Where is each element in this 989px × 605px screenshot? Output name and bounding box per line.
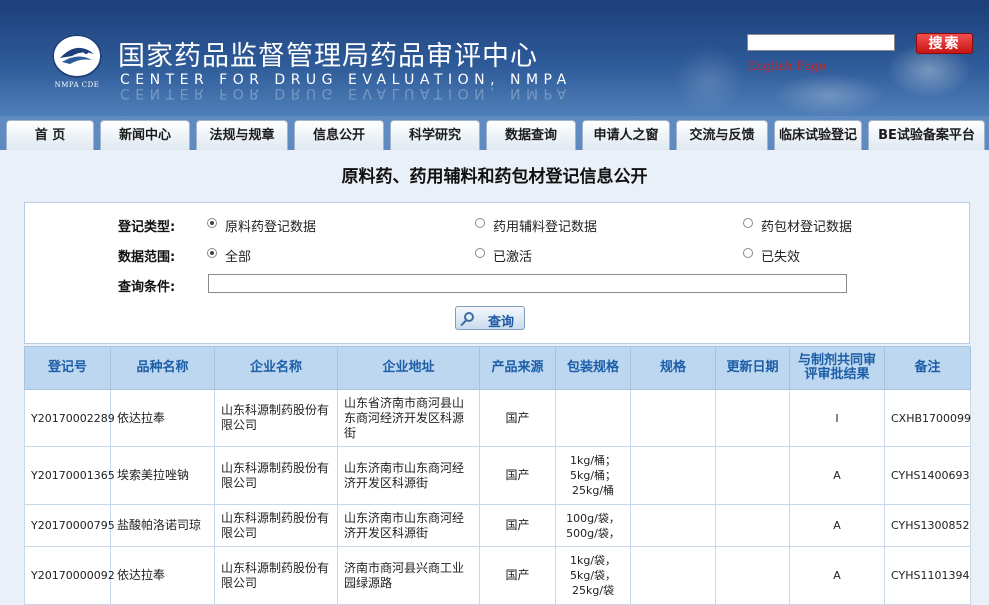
range-label: 数据范围: bbox=[118, 250, 176, 265]
nav-clinical-trial-registry[interactable]: 临床试验登记 bbox=[774, 120, 862, 150]
cell-company: 山东科源制药股份有限公司 bbox=[214, 389, 338, 447]
main-nav: 首 页 新闻中心 法规与规章 信息公开 科学研究 数据查询 申请人之窗 交流与反… bbox=[0, 116, 989, 150]
range-option-inactive[interactable]: 已失效 bbox=[761, 246, 800, 265]
type-label: 登记类型: bbox=[118, 220, 176, 235]
range-radio-inactive[interactable] bbox=[743, 248, 753, 258]
logo-emblem-icon bbox=[52, 34, 102, 78]
type-option-excipient[interactable]: 药用辅料登记数据 bbox=[493, 216, 597, 235]
site-search-button[interactable]: 搜索 bbox=[916, 33, 973, 54]
type-radio-excipient[interactable] bbox=[475, 218, 485, 228]
table-row[interactable]: Y20170000795 盐酸帕洛诺司琼 山东科源制药股份有限公司 山东济南市山… bbox=[24, 504, 971, 547]
cell-variety: 埃索美拉唑钠 bbox=[110, 446, 215, 505]
english-page-link[interactable]: English Page bbox=[747, 59, 826, 73]
cell-company: 山东科源制药股份有限公司 bbox=[214, 546, 338, 605]
page-title: 原料药、药用辅料和药包材登记信息公开 bbox=[341, 167, 648, 187]
site-header: NMPA CDE 国家药品监督管理局药品审评中心 CENTER FOR DRUG… bbox=[0, 0, 989, 116]
col-header-company: 企业名称 bbox=[214, 346, 338, 390]
query-input[interactable] bbox=[208, 274, 847, 293]
col-header-spec: 规格 bbox=[630, 346, 716, 390]
nav-info-disclosure[interactable]: 信息公开 bbox=[294, 120, 384, 150]
registration-table: 登记号 品种名称 企业名称 企业地址 产品来源 包装规格 规格 更新日期 与制剂… bbox=[24, 346, 971, 605]
type-option-packaging[interactable]: 药包材登记数据 bbox=[761, 216, 852, 235]
col-header-source: 产品来源 bbox=[479, 346, 556, 390]
cell-review-result: I bbox=[789, 389, 885, 447]
query-button[interactable]: 查询 bbox=[455, 306, 525, 330]
cell-company: 山东科源制药股份有限公司 bbox=[214, 446, 338, 505]
cell-reg-no[interactable]: Y20170000795 bbox=[24, 504, 115, 547]
col-header-packaging: 包装规格 bbox=[555, 346, 631, 390]
table-row[interactable]: Y20170001365 埃索美拉唑钠 山东科源制药股份有限公司 山东济南市山东… bbox=[24, 446, 971, 505]
col-header-variety: 品种名称 bbox=[110, 346, 215, 390]
range-radio-active[interactable] bbox=[475, 248, 485, 258]
cell-address: 济南市商河县兴商工业园绿源路 bbox=[337, 546, 480, 605]
cell-review-result: A bbox=[789, 446, 885, 505]
cell-review-result: A bbox=[789, 546, 885, 605]
cell-packaging bbox=[555, 389, 631, 447]
cell-reg-no[interactable]: Y20170000092 bbox=[24, 546, 115, 605]
nav-news[interactable]: 新闻中心 bbox=[100, 120, 190, 150]
cell-address: 山东济南市山东商河经济开发区科源街 bbox=[337, 504, 480, 547]
cell-packaging: 1kg/袋，5kg/袋，25kg/袋 bbox=[555, 546, 631, 605]
cell-source: 国产 bbox=[479, 389, 556, 447]
nav-research[interactable]: 科学研究 bbox=[390, 120, 480, 150]
cell-update-date bbox=[715, 504, 790, 547]
cell-remarks: CYHS1101394 bbox=[884, 546, 971, 605]
cell-update-date bbox=[715, 546, 790, 605]
cell-address: 山东济南市山东商河经济开发区科源街 bbox=[337, 446, 480, 505]
cell-update-date bbox=[715, 389, 790, 447]
cell-update-date bbox=[715, 446, 790, 505]
logo-caption: NMPA CDE bbox=[54, 81, 100, 89]
nav-be-platform[interactable]: BE试验备案平台 bbox=[868, 120, 985, 150]
cell-spec bbox=[630, 446, 716, 505]
query-label: 查询条件: bbox=[118, 280, 176, 295]
type-radio-api[interactable] bbox=[207, 218, 217, 228]
query-button-label: 查询 bbox=[488, 315, 515, 330]
col-header-address: 企业地址 bbox=[337, 346, 480, 390]
cell-packaging: 100g/袋，500g/袋， bbox=[555, 504, 631, 547]
table-row[interactable]: Y20170000092 依达拉奉 山东科源制药股份有限公司 济南市商河县兴商工… bbox=[24, 546, 971, 605]
site-title-cn: 国家药品监督管理局药品审评中心 bbox=[118, 41, 538, 72]
cell-remarks: CYHS1400693 bbox=[884, 446, 971, 505]
nav-feedback[interactable]: 交流与反馈 bbox=[676, 120, 768, 150]
cell-company: 山东科源制药股份有限公司 bbox=[214, 504, 338, 547]
cell-variety: 依达拉奉 bbox=[110, 389, 215, 447]
col-header-reg-no: 登记号 bbox=[24, 346, 111, 390]
cell-source: 国产 bbox=[479, 504, 556, 547]
cell-source: 国产 bbox=[479, 446, 556, 505]
cell-packaging: 1kg/桶；5kg/桶；25kg/桶 bbox=[555, 446, 631, 505]
cell-review-result: A bbox=[789, 504, 885, 547]
col-header-update-date: 更新日期 bbox=[715, 346, 790, 390]
header-decoration bbox=[629, 0, 989, 116]
col-header-remarks: 备注 bbox=[884, 346, 971, 390]
nav-data-query[interactable]: 数据查询 bbox=[486, 120, 576, 150]
site-title-en-reflection: CENTER FOR DRUG EVALUATION, NMPA bbox=[120, 85, 572, 101]
cell-spec bbox=[630, 389, 716, 447]
cell-source: 国产 bbox=[479, 546, 556, 605]
table-row[interactable]: Y20170002289 依达拉奉 山东科源制药股份有限公司 山东省济南市商河县… bbox=[24, 389, 971, 447]
cell-address: 山东省济南市商河县山东商河经济开发区科源街 bbox=[337, 389, 480, 447]
cell-remarks: CXHB1700099 bbox=[884, 389, 971, 447]
site-logo[interactable]: NMPA CDE bbox=[50, 34, 104, 94]
range-radio-all[interactable] bbox=[207, 248, 217, 258]
table-header-row: 登记号 品种名称 企业名称 企业地址 产品来源 包装规格 规格 更新日期 与制剂… bbox=[24, 346, 971, 390]
cell-spec bbox=[630, 546, 716, 605]
query-form: 登记类型: 原料药登记数据 药用辅料登记数据 药包材登记数据 数据范围: 全部 … bbox=[24, 202, 970, 344]
type-option-api[interactable]: 原料药登记数据 bbox=[225, 216, 316, 235]
cell-variety: 盐酸帕洛诺司琼 bbox=[110, 504, 215, 547]
site-search-input[interactable] bbox=[747, 34, 895, 51]
nav-applicant-window[interactable]: 申请人之窗 bbox=[582, 120, 670, 150]
nav-regulations[interactable]: 法规与规章 bbox=[196, 120, 288, 150]
cell-reg-no[interactable]: Y20170001365 bbox=[24, 446, 115, 505]
type-radio-packaging[interactable] bbox=[743, 218, 753, 228]
range-option-all[interactable]: 全部 bbox=[225, 246, 251, 265]
cell-reg-no[interactable]: Y20170002289 bbox=[24, 389, 115, 447]
cell-spec bbox=[630, 504, 716, 547]
col-header-review-result: 与制剂共同审评审批结果 bbox=[789, 346, 885, 390]
cell-variety: 依达拉奉 bbox=[110, 546, 215, 605]
nav-home[interactable]: 首 页 bbox=[6, 120, 94, 150]
cell-remarks: CYHS1300852 bbox=[884, 504, 971, 547]
range-option-active[interactable]: 已激活 bbox=[493, 246, 532, 265]
